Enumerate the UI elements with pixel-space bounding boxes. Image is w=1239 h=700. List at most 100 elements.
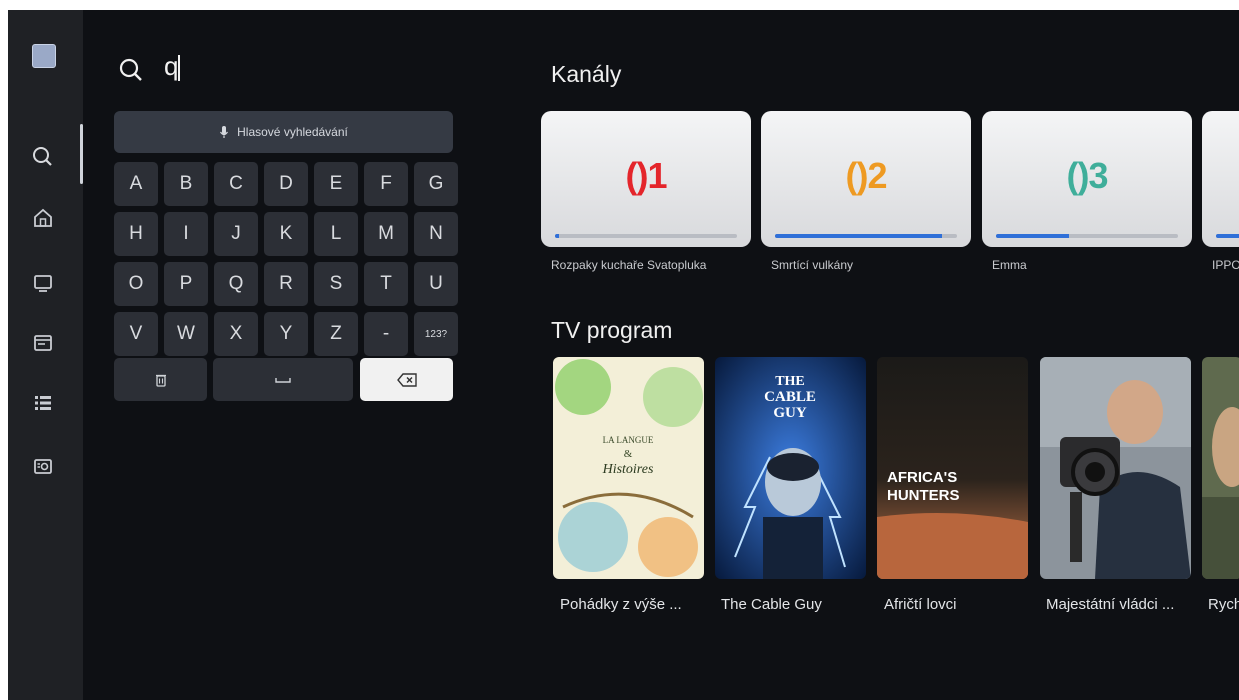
- key-m[interactable]: M: [364, 212, 408, 256]
- key-t[interactable]: T: [364, 262, 408, 306]
- key-n[interactable]: N: [414, 212, 458, 256]
- poster-title-line: CABLE: [764, 389, 816, 405]
- poster-title-line: AFRICA'S: [887, 469, 957, 486]
- channel-logo: ()3: [982, 155, 1192, 197]
- poster-image: LA LANGUE & Histoires: [553, 357, 704, 579]
- key-h[interactable]: H: [114, 212, 158, 256]
- microphone-icon: [220, 126, 229, 138]
- backspace-key[interactable]: [360, 358, 453, 401]
- space-icon: [275, 377, 291, 383]
- poster-title-line: LA LANGUE: [603, 435, 654, 445]
- key-numbers[interactable]: 123?: [414, 312, 458, 356]
- channel-now-playing: Rozpaky kuchaře Svatopluka: [551, 258, 707, 272]
- key-u[interactable]: U: [414, 262, 458, 306]
- program-poster[interactable]: [1202, 357, 1239, 579]
- channel-card[interactable]: ()1: [541, 111, 751, 247]
- channel-logo: ()2: [761, 155, 971, 197]
- program-title: The Cable Guy: [721, 596, 822, 613]
- program-progress-bar: [555, 234, 737, 238]
- program-progress-fill: [775, 234, 943, 238]
- ct-logo-mark: (): [1066, 155, 1089, 196]
- channel-card[interactable]: ()2: [761, 111, 971, 247]
- key-v[interactable]: V: [114, 312, 158, 356]
- channel-now-playing: IPPO: [1212, 258, 1239, 272]
- poster-title-line: &: [624, 448, 633, 460]
- channel-number: 3: [1088, 155, 1108, 196]
- key-b[interactable]: B: [164, 162, 208, 206]
- key-k[interactable]: K: [264, 212, 308, 256]
- key-g[interactable]: G: [414, 162, 458, 206]
- program-poster[interactable]: AFRICA'S HUNTERS: [877, 357, 1028, 579]
- key-q[interactable]: Q: [214, 262, 258, 306]
- sidebar-item-tv[interactable]: [28, 268, 58, 298]
- poster-image: [1040, 357, 1191, 579]
- search-icon: [33, 147, 52, 166]
- key-r[interactable]: R: [264, 262, 308, 306]
- sidebar-item-list[interactable]: [28, 388, 58, 418]
- program-progress-bar: [775, 234, 957, 238]
- key-w[interactable]: W: [164, 312, 208, 356]
- key-s[interactable]: S: [314, 262, 358, 306]
- channel-card[interactable]: [1202, 111, 1239, 247]
- program-progress-bar: [996, 234, 1178, 238]
- channel-now-playing: Emma: [992, 258, 1027, 272]
- space-key[interactable]: [213, 358, 353, 401]
- nav-active-indicator: [80, 124, 83, 184]
- key-e[interactable]: E: [314, 162, 358, 206]
- trash-icon: [155, 374, 166, 387]
- program-poster[interactable]: LA LANGUE & Histoires: [553, 357, 704, 579]
- key-z[interactable]: Z: [314, 312, 358, 356]
- poster-title-line: THE: [775, 374, 805, 389]
- poster-title-line: HUNTERS: [887, 487, 960, 504]
- poster-image: AFRICA'S HUNTERS: [877, 357, 1028, 579]
- key-l[interactable]: L: [314, 212, 358, 256]
- key-i[interactable]: I: [164, 212, 208, 256]
- sidebar: [8, 10, 83, 700]
- channel-number: 1: [647, 155, 667, 196]
- channel-logo: ()1: [541, 155, 751, 197]
- poster-title-line: Histoires: [602, 462, 654, 477]
- program-progress-fill: [1216, 234, 1239, 238]
- program-title: Pohádky z výše ...: [560, 596, 682, 613]
- voice-search-button[interactable]: Hlasové vyhledávání: [114, 111, 453, 153]
- key-c[interactable]: C: [214, 162, 258, 206]
- key-y[interactable]: Y: [264, 312, 308, 356]
- tv-app-screen: q Hlasové vyhledávání ABCDEFGHIJKLMNOPQR…: [8, 10, 1239, 700]
- key-x[interactable]: X: [214, 312, 258, 356]
- avatar[interactable]: [32, 44, 56, 68]
- program-title: Majestátní vládci ...: [1046, 596, 1175, 613]
- channel-now-playing: Smrtící vulkány: [771, 258, 854, 272]
- key-o[interactable]: O: [114, 262, 158, 306]
- key-p[interactable]: P: [164, 262, 208, 306]
- key-a[interactable]: A: [114, 162, 158, 206]
- search-icon: [119, 58, 142, 81]
- backspace-icon: [396, 372, 417, 387]
- program-progress-fill: [555, 234, 559, 238]
- program-progress-fill: [996, 234, 1069, 238]
- program-poster[interactable]: THE CABLE GUY: [715, 357, 866, 579]
- sidebar-item-guide[interactable]: [28, 328, 58, 358]
- channel-number: 2: [867, 155, 887, 196]
- channels-heading: Kanály: [551, 61, 622, 87]
- poster-image: [1202, 357, 1239, 579]
- sidebar-item-home[interactable]: [28, 203, 58, 233]
- program-heading: TV program: [551, 317, 673, 343]
- poster-image: THE CABLE GUY: [715, 357, 866, 579]
- key-dash[interactable]: -: [364, 312, 408, 356]
- guide-icon: [34, 335, 52, 351]
- key-f[interactable]: F: [364, 162, 408, 206]
- clear-button[interactable]: [114, 358, 207, 401]
- home-icon: [34, 208, 52, 227]
- key-d[interactable]: D: [264, 162, 308, 206]
- text-caret: [178, 55, 180, 81]
- sidebar-item-recordings[interactable]: [28, 451, 58, 481]
- key-j[interactable]: J: [214, 212, 258, 256]
- tv-icon: [34, 275, 52, 292]
- search-query[interactable]: q: [164, 51, 178, 82]
- sidebar-item-search[interactable]: [28, 142, 58, 172]
- voice-search-label: Hlasové vyhledávání: [237, 125, 348, 139]
- program-poster[interactable]: [1040, 357, 1191, 579]
- program-progress-bar: [1216, 234, 1239, 238]
- channel-card[interactable]: ()3: [982, 111, 1192, 247]
- poster-title-line: GUY: [773, 405, 807, 421]
